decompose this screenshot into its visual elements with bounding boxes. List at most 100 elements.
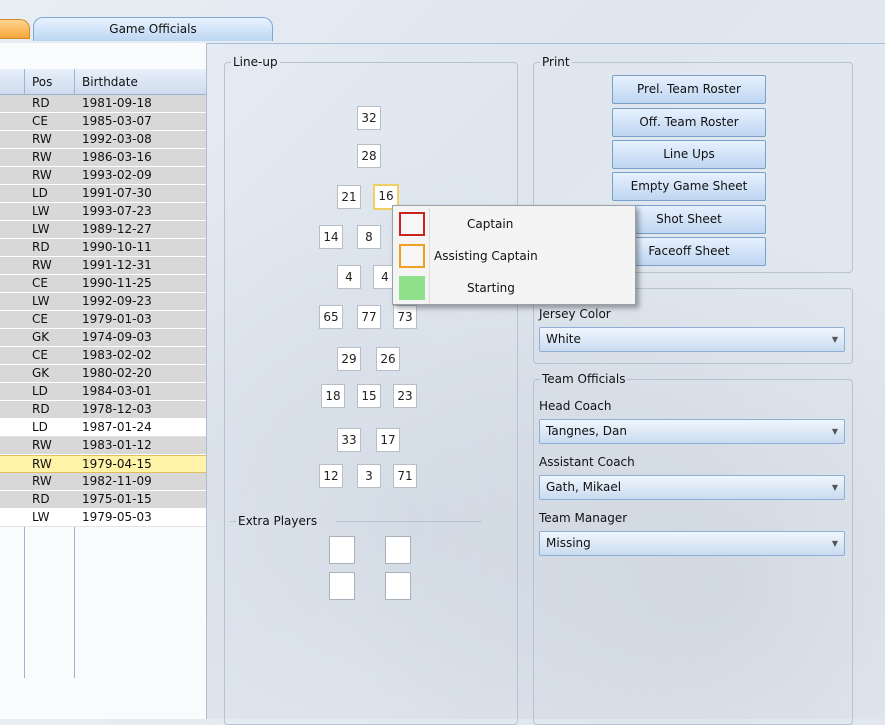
line-ups-button[interactable]: Line Ups: [612, 140, 766, 169]
cell-birthdate: 1992-03-08: [82, 132, 152, 146]
jersey-color-select[interactable]: White ▼: [539, 327, 845, 352]
cell-birthdate: 1989-12-27: [82, 222, 152, 236]
jersey-color-label: Jersey Color: [539, 307, 611, 321]
jersey-box[interactable]: 12: [319, 464, 343, 488]
cell-pos: CE: [32, 312, 48, 326]
tab-strip: Game Officials: [0, 14, 885, 44]
table-row[interactable]: RD 1978-12-03: [0, 401, 206, 419]
table-row[interactable]: RW 1991-12-31: [0, 257, 206, 275]
chevron-down-icon: ▼: [831, 335, 838, 344]
table-row[interactable]: RW 1992-03-08: [0, 131, 206, 149]
assistant-coach-label: Assistant Coach: [539, 455, 635, 469]
jersey-box[interactable]: 3: [357, 464, 381, 488]
cell-pos: CE: [32, 276, 48, 290]
jersey-box[interactable]: 33: [337, 428, 361, 452]
table-row[interactable]: RD 1975-01-15: [0, 491, 206, 509]
cell-pos: RD: [32, 402, 50, 416]
jersey-box[interactable]: 65: [319, 305, 343, 329]
cell-pos: LW: [32, 204, 50, 218]
team-manager-select[interactable]: Missing ▼: [539, 531, 845, 556]
table-row[interactable]: RW 1993-02-09: [0, 167, 206, 185]
team-manager-label: Team Manager: [539, 511, 628, 525]
table-row[interactable]: RW 1983-01-12: [0, 437, 206, 455]
column-header-pos[interactable]: Pos: [32, 69, 52, 95]
jersey-box[interactable]: 17: [376, 428, 400, 452]
cell-birthdate: 1993-02-09: [82, 168, 152, 182]
jersey-box[interactable]: 8: [357, 225, 381, 249]
captain-swatch-icon: [399, 212, 425, 236]
jersey-box[interactable]: 21: [337, 185, 361, 209]
cell-pos: LD: [32, 186, 48, 200]
table-row[interactable]: LW 1989-12-27: [0, 221, 206, 239]
cell-pos: RD: [32, 492, 50, 506]
assistant-coach-select[interactable]: Gath, Mikael ▼: [539, 475, 845, 500]
jersey-box[interactable]: 73: [393, 305, 417, 329]
cell-pos: RW: [32, 150, 52, 164]
extra-player-slot[interactable]: [329, 536, 355, 564]
table-row[interactable]: LD 1987-01-24: [0, 419, 206, 437]
cell-pos: GK: [32, 366, 50, 380]
jersey-box[interactable]: 29: [337, 347, 361, 371]
table-row[interactable]: LD 1984-03-01: [0, 383, 206, 401]
table-row[interactable]: RW 1979-04-15: [0, 455, 206, 473]
tab-game-officials[interactable]: Game Officials: [33, 17, 273, 41]
menu-item-label: Assisting Captain: [434, 249, 538, 263]
cell-birthdate: 1985-03-07: [82, 114, 152, 128]
extra-player-slot[interactable]: [385, 572, 411, 600]
cell-pos: RW: [32, 132, 52, 146]
table-row[interactable]: LD 1991-07-30: [0, 185, 206, 203]
column-header-birthdate[interactable]: Birthdate: [82, 69, 138, 95]
jersey-box[interactable]: 4: [337, 265, 361, 289]
cell-birthdate: 1982-11-09: [82, 474, 152, 488]
jersey-box[interactable]: 26: [376, 347, 400, 371]
table-row[interactable]: RW 1986-03-16: [0, 149, 206, 167]
extra-players-divider: [230, 521, 236, 522]
extra-player-slot[interactable]: [385, 536, 411, 564]
cell-birthdate: 1984-03-01: [82, 384, 152, 398]
table-row[interactable]: LW 1979-05-03: [0, 509, 206, 527]
menu-item-captain[interactable]: Captain: [393, 209, 635, 239]
jersey-box[interactable]: 28: [357, 144, 381, 168]
prel-team-roster-button[interactable]: Prel. Team Roster: [612, 75, 766, 104]
table-row[interactable]: RD 1990-10-11: [0, 239, 206, 257]
cell-pos: RD: [32, 96, 50, 110]
menu-item-starting[interactable]: Starting: [393, 273, 635, 303]
jersey-box[interactable]: 18: [321, 384, 345, 408]
cell-birthdate: 1992-09-23: [82, 294, 152, 308]
table-row[interactable]: CE 1990-11-25: [0, 275, 206, 293]
cell-birthdate: 1974-09-03: [82, 330, 152, 344]
tab-active[interactable]: [0, 19, 30, 39]
cell-birthdate: 1979-04-15: [82, 457, 152, 471]
jersey-box[interactable]: 23: [393, 384, 417, 408]
player-table: Pos Birthdate RD 1981-09-18 CE 1985-03-07 RW…: [0, 43, 207, 719]
table-row[interactable]: RD 1981-09-18: [0, 95, 206, 113]
table-row[interactable]: RW 1982-11-09: [0, 473, 206, 491]
cell-pos: RW: [32, 168, 52, 182]
table-header: Pos Birthdate: [0, 69, 206, 95]
cell-pos: CE: [32, 348, 48, 362]
jersey-box[interactable]: 71: [393, 464, 417, 488]
cell-birthdate: 1986-03-16: [82, 150, 152, 164]
table-row[interactable]: LW 1993-07-23: [0, 203, 206, 221]
table-row[interactable]: CE 1983-02-02: [0, 347, 206, 365]
menu-item-assisting-captain[interactable]: Assisting Captain: [393, 241, 635, 271]
extra-player-slot[interactable]: [329, 572, 355, 600]
cell-birthdate: 1983-02-02: [82, 348, 152, 362]
head-coach-select[interactable]: Tangnes, Dan ▼: [539, 419, 845, 444]
cell-birthdate: 1975-01-15: [82, 492, 152, 506]
cell-pos: RW: [32, 438, 52, 452]
jersey-box[interactable]: 14: [319, 225, 343, 249]
jersey-box[interactable]: 77: [357, 305, 381, 329]
table-row[interactable]: CE 1985-03-07: [0, 113, 206, 131]
cell-pos: GK: [32, 330, 50, 344]
jersey-box[interactable]: 15: [357, 384, 381, 408]
table-row[interactable]: GK 1980-02-20: [0, 365, 206, 383]
table-row[interactable]: LW 1992-09-23: [0, 293, 206, 311]
table-row[interactable]: CE 1979-01-03: [0, 311, 206, 329]
empty-game-sheet-button[interactable]: Empty Game Sheet: [612, 172, 766, 201]
cell-pos: LD: [32, 384, 48, 398]
context-menu: Captain Assisting Captain Starting: [392, 205, 636, 305]
off-team-roster-button[interactable]: Off. Team Roster: [612, 108, 766, 137]
jersey-box[interactable]: 32: [357, 106, 381, 130]
table-row[interactable]: GK 1974-09-03: [0, 329, 206, 347]
